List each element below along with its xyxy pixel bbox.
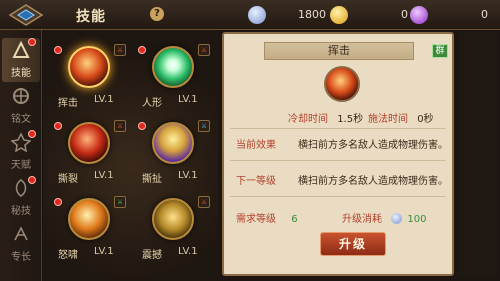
cooldown-row: 冷却时间 1.5秒 bbox=[288, 110, 363, 125]
skill-slot-shock[interactable]: ⚔ 震撼 LV.1 bbox=[134, 194, 214, 264]
inscription-icon bbox=[13, 88, 29, 104]
sidebar-item-secret-skill[interactable]: 秘技 bbox=[2, 176, 40, 220]
skill-level: LV.1 bbox=[178, 170, 198, 181]
skill-slot-human-form[interactable]: ⚔ 人形 LV.1 bbox=[134, 42, 214, 112]
skill-name: 震撼 bbox=[142, 250, 162, 261]
claw-slash-icon bbox=[68, 46, 110, 88]
rip-slash-icon bbox=[152, 122, 194, 164]
skill-slot-rip[interactable]: ⚔ 撕扯 LV.1 bbox=[134, 118, 214, 188]
page-title: 技能 bbox=[76, 9, 106, 25]
cast-time-value: 0秒 bbox=[417, 114, 434, 125]
roar-icon bbox=[68, 198, 110, 240]
current-effect-text: 横扫前方多名敌人造成物理伤害。 bbox=[298, 140, 448, 151]
required-level-label: 需求等级 bbox=[236, 214, 276, 225]
detail-skill-name: 挥击 bbox=[264, 42, 414, 60]
back-button[interactable] bbox=[6, 3, 46, 27]
notification-dot bbox=[54, 198, 62, 206]
skill-type-badge: ⚔ bbox=[114, 120, 126, 132]
purple-gem-icon bbox=[410, 6, 428, 24]
skill-slot-roar[interactable]: ⚔ 怒啸 LV.1 bbox=[50, 194, 130, 264]
skill-grid: ⚔ 挥击 LV.1 ⚔ 人形 LV.1 ⚔ 撕裂 LV.1 ⚔ 撕扯 LV.1 … bbox=[44, 30, 218, 281]
sidebar-item-inscription[interactable]: 铭文 bbox=[2, 84, 40, 128]
cast-time-label: 施法时间 bbox=[368, 114, 408, 125]
divider bbox=[230, 196, 446, 197]
skill-level: LV.1 bbox=[94, 246, 114, 257]
sidebar-item-label: 秘技 bbox=[11, 206, 31, 217]
skill-type-badge: ⚔ bbox=[114, 44, 126, 56]
skill-name: 挥击 bbox=[58, 98, 78, 109]
shockwave-icon bbox=[152, 198, 194, 240]
sidebar-item-label: 技能 bbox=[11, 68, 31, 79]
skill-slot-tear[interactable]: ⚔ 撕裂 LV.1 bbox=[50, 118, 130, 188]
diamond-icon bbox=[391, 213, 403, 224]
aoe-tag: 群 bbox=[432, 44, 448, 58]
sidebar-item-specialty[interactable]: 专长 bbox=[2, 222, 40, 266]
help-button[interactable]: ? bbox=[150, 7, 164, 21]
sidebar-item-label: 天赋 bbox=[11, 160, 31, 171]
upgrade-cost-label: 升级消耗 bbox=[342, 214, 382, 225]
skill-name: 怒啸 bbox=[58, 250, 78, 261]
skill-name: 撕扯 bbox=[142, 174, 162, 185]
notification-dot bbox=[54, 46, 62, 54]
rend-claw-icon bbox=[68, 122, 110, 164]
skill-level: LV.1 bbox=[178, 246, 198, 257]
upgrade-button[interactable]: 升级 bbox=[320, 232, 386, 256]
skill-level: LV.1 bbox=[94, 170, 114, 181]
sidebar-item-talent[interactable]: 天赋 bbox=[2, 130, 40, 174]
sidebar-item-label: 铭文 bbox=[11, 114, 31, 125]
notification-dot bbox=[138, 122, 146, 130]
skill-type-badge: ⚔ bbox=[198, 120, 210, 132]
required-level-value: 6 bbox=[291, 214, 298, 225]
diamond-icon bbox=[248, 6, 266, 24]
skill-type-badge: ⚔ bbox=[114, 196, 126, 208]
skill-type-badge: ⚔ bbox=[198, 44, 210, 56]
upgrade-cost-value: 100 bbox=[407, 214, 427, 225]
sidebar-item-label: 专长 bbox=[11, 252, 31, 263]
skill-level: LV.1 bbox=[94, 94, 114, 105]
sidebar: 技能 铭文 天赋 秘技 专长 bbox=[0, 30, 42, 281]
diamond-value: 1800 bbox=[298, 8, 326, 21]
paw-icon bbox=[152, 46, 194, 88]
cooldown-label: 冷却时间 bbox=[288, 114, 328, 125]
back-arrow-icon bbox=[8, 4, 44, 26]
notification-dot bbox=[28, 130, 36, 138]
current-effect-label: 当前效果 bbox=[236, 140, 276, 151]
upgrade-cost-row: 升级消耗 100 bbox=[342, 210, 426, 225]
gold-coin-icon bbox=[330, 6, 348, 24]
sidebar-item-skill[interactable]: 技能 bbox=[2, 38, 40, 82]
next-level-label: 下一等级 bbox=[236, 176, 276, 187]
skill-level: LV.1 bbox=[178, 94, 198, 105]
cast-time-row: 施法时间 0秒 bbox=[368, 110, 434, 125]
top-bar: 技能 ? 1800 + 0 + 0 + bbox=[0, 0, 500, 30]
decorative-border bbox=[458, 32, 498, 276]
next-level-text: 横扫前方多名敌人造成物理伤害。 bbox=[298, 176, 448, 187]
purple-gem-value: 0 bbox=[481, 8, 488, 21]
claw-slash-icon bbox=[324, 66, 360, 102]
skill-name: 撕裂 bbox=[58, 174, 78, 185]
notification-dot bbox=[28, 38, 36, 46]
notification-dot bbox=[138, 46, 146, 54]
skill-name: 人形 bbox=[142, 98, 162, 109]
cooldown-value: 1.5秒 bbox=[337, 114, 364, 125]
required-level-row: 需求等级 6 bbox=[236, 210, 298, 225]
skill-detail-panel: 挥击 群 冷却时间 1.5秒 施法时间 0秒 当前效果 横扫前方多名敌人造成物理… bbox=[222, 32, 454, 276]
divider bbox=[230, 128, 446, 129]
skill-type-badge: ⚔ bbox=[198, 196, 210, 208]
gold-value: 0 bbox=[401, 8, 408, 21]
notification-dot bbox=[28, 176, 36, 184]
notification-dot bbox=[54, 122, 62, 130]
divider bbox=[230, 160, 446, 161]
skill-slot-swing[interactable]: ⚔ 挥击 LV.1 bbox=[50, 42, 130, 112]
specialty-icon bbox=[14, 226, 28, 241]
